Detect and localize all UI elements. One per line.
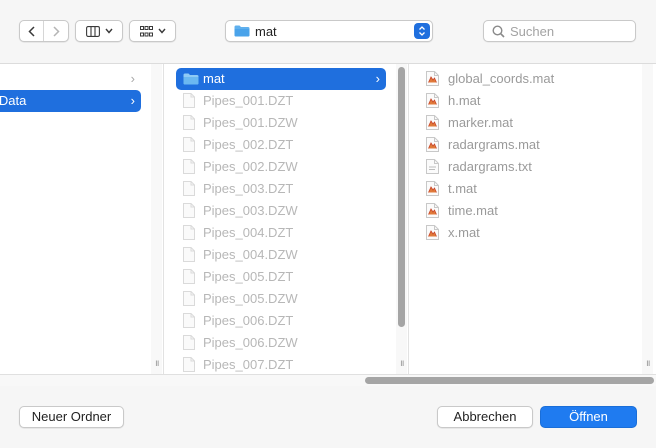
column-folder: mat › Pipes_001.DZT Pipes_001.DZW Pipes_00… <box>165 64 393 374</box>
file-item-disabled: Pipes_002.DZW <box>176 156 386 178</box>
document-icon <box>183 159 195 174</box>
horizontal-scrollbar[interactable] <box>0 374 656 386</box>
file-item[interactable]: h.mat <box>422 90 632 112</box>
chevron-down-icon <box>104 28 113 34</box>
document-icon <box>183 93 195 108</box>
view-mode-button[interactable] <box>75 20 123 42</box>
file-item-disabled: Pipes_007.DZT <box>176 354 386 374</box>
document-icon <box>183 181 195 196</box>
chevron-right-icon <box>52 25 60 37</box>
open-button[interactable]: Öffnen <box>540 406 637 428</box>
text-file-icon <box>426 159 439 174</box>
chevron-right-icon: › <box>375 71 380 86</box>
column-divider <box>408 64 409 374</box>
list-item[interactable]: › <box>0 68 141 90</box>
column-files: global_coords.mat h.mat marker.mat radargra… <box>410 64 642 374</box>
forward-button[interactable] <box>43 21 67 41</box>
file-item-disabled: Pipes_003.DZT <box>176 178 386 200</box>
column-resize-handle[interactable]: ıı <box>155 358 159 369</box>
file-item-disabled: Pipes_003.DZW <box>176 200 386 222</box>
scrollbar-thumb[interactable] <box>365 377 654 384</box>
document-icon <box>183 137 195 152</box>
grid-group-icon <box>139 25 153 36</box>
file-item-disabled: Pipes_005.DZT <box>176 266 386 288</box>
file-item[interactable]: x.mat <box>422 222 632 244</box>
column-scrollbar[interactable] <box>151 64 162 374</box>
search-icon <box>492 25 505 38</box>
file-item[interactable]: time.mat <box>422 200 632 222</box>
location-popup[interactable]: mat <box>225 20 433 42</box>
toolbar: mat <box>0 0 656 64</box>
cancel-button[interactable]: Abbrechen <box>437 406 533 428</box>
folder-icon <box>183 73 199 85</box>
column-view-icon <box>85 25 100 37</box>
document-icon <box>183 203 195 218</box>
document-icon <box>183 313 195 328</box>
file-item-disabled: Pipes_001.DZW <box>176 112 386 134</box>
mat-file-icon <box>426 137 439 152</box>
navigation-control <box>19 20 69 42</box>
column-divider <box>163 64 164 374</box>
new-folder-button[interactable]: Neuer Ordner <box>19 406 124 428</box>
folder-item-selected[interactable]: mat › <box>176 68 386 90</box>
mat-file-icon <box>426 203 439 218</box>
document-icon <box>183 291 195 306</box>
group-button[interactable] <box>129 20 176 42</box>
mat-file-icon <box>426 93 439 108</box>
file-item-disabled: Pipes_004.DZW <box>176 244 386 266</box>
chevron-right-icon: › <box>130 93 135 108</box>
file-item[interactable]: t.mat <box>422 178 632 200</box>
file-item[interactable]: marker.mat <box>422 112 632 134</box>
mat-file-icon <box>426 71 439 86</box>
file-item[interactable]: radargrams.txt <box>422 156 632 178</box>
updown-chevron-icon <box>419 26 425 36</box>
back-button[interactable] <box>20 21 43 41</box>
chevron-left-icon <box>27 25 35 37</box>
document-icon <box>183 247 195 262</box>
scrollbar-thumb[interactable] <box>398 67 405 327</box>
folder-icon <box>234 25 250 37</box>
document-icon <box>183 115 195 130</box>
mat-file-icon <box>426 225 439 240</box>
column-resize-handle[interactable]: ıı <box>400 358 404 369</box>
chevron-right-icon: › <box>130 71 135 86</box>
file-item-disabled: Pipes_001.DZT <box>176 90 386 112</box>
column-parent: › lData › <box>0 64 150 374</box>
column-resize-handle[interactable]: ıı <box>646 358 650 369</box>
location-label: mat <box>255 24 277 39</box>
document-icon <box>183 357 195 372</box>
document-icon <box>183 225 195 240</box>
file-item-disabled: Pipes_005.DZW <box>176 288 386 310</box>
file-item-disabled: Pipes_002.DZT <box>176 134 386 156</box>
document-icon <box>183 269 195 284</box>
file-item[interactable]: global_coords.mat <box>422 68 632 90</box>
search-input[interactable] <box>510 22 628 40</box>
column-browser: › lData › ıı mat › Pipes_001.DZTPipes_00… <box>0 64 656 374</box>
location-stepper[interactable] <box>414 23 430 39</box>
list-item-selected[interactable]: lData › <box>0 90 141 112</box>
chevron-down-icon <box>157 28 166 34</box>
dialog-footer: Neuer Ordner Abbrechen Öffnen <box>0 386 656 448</box>
column-scrollbar[interactable] <box>642 64 653 374</box>
document-icon <box>183 335 195 350</box>
file-item-disabled: Pipes_006.DZW <box>176 332 386 354</box>
mat-file-icon <box>426 115 439 130</box>
file-item[interactable]: radargrams.mat <box>422 134 632 156</box>
mat-file-icon <box>426 181 439 196</box>
search-field[interactable] <box>483 20 636 42</box>
file-item-disabled: Pipes_006.DZT <box>176 310 386 332</box>
file-item-disabled: Pipes_004.DZT <box>176 222 386 244</box>
column-scrollbar[interactable] <box>396 64 407 374</box>
